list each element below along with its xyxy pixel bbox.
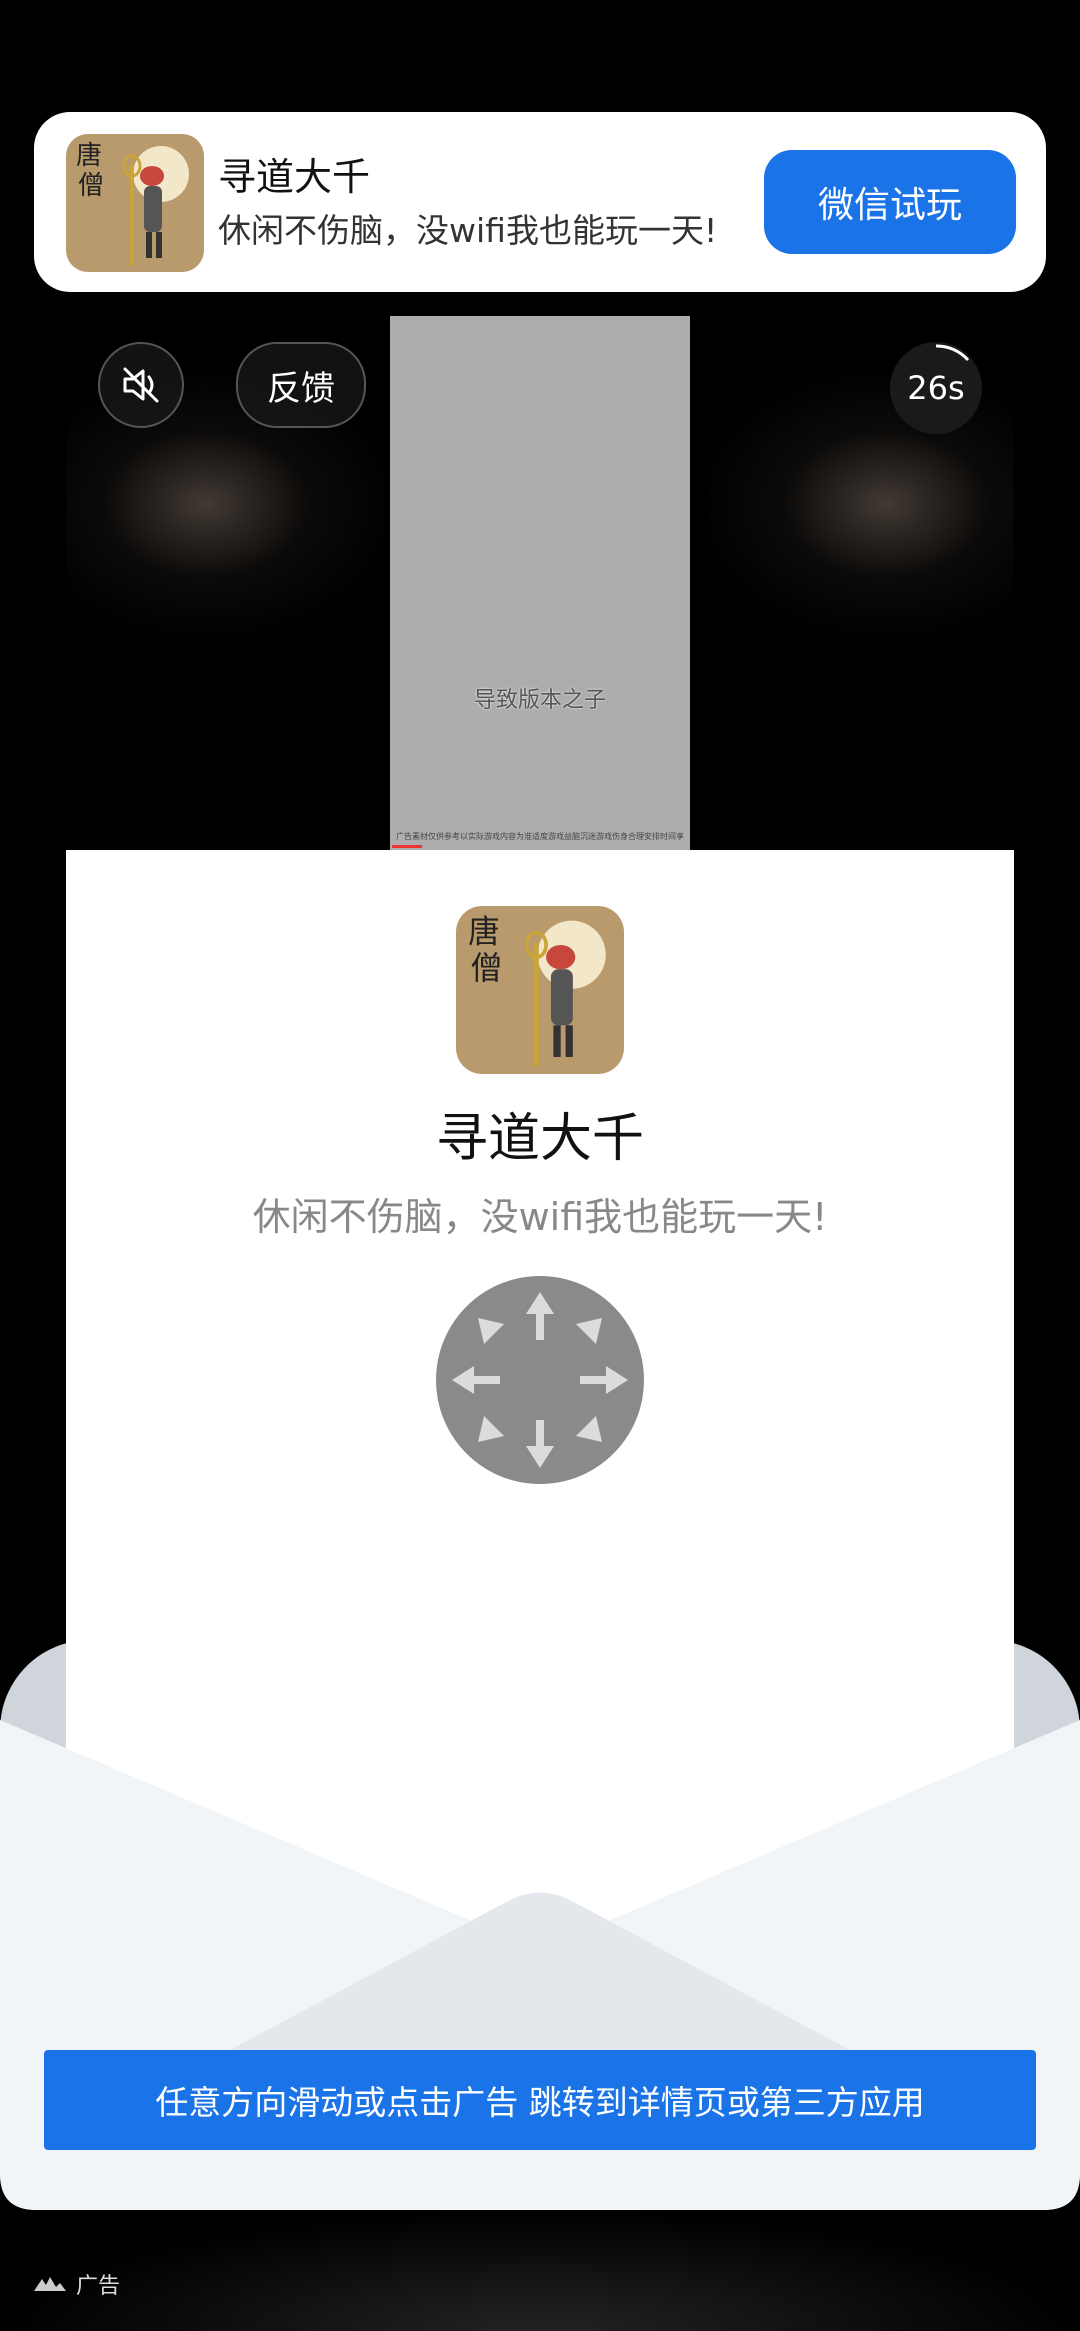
svg-text:僧: 僧 bbox=[78, 171, 104, 201]
video-caption: 导致版本之子 bbox=[473, 688, 606, 713]
swipe-any-direction-icon bbox=[434, 1274, 646, 1486]
speaker-muted-icon bbox=[123, 367, 159, 403]
countdown-timer: 26s bbox=[890, 342, 982, 434]
feedback-button[interactable]: 反馈 bbox=[236, 342, 366, 428]
ad-label: 广告 bbox=[76, 2274, 121, 2299]
app-subtitle: 休闲不伤脑，没wifi我也能玩一天! bbox=[218, 211, 718, 250]
ad-logo-icon bbox=[34, 2277, 66, 2291]
detail-title: 寻道大千 bbox=[435, 1109, 644, 1169]
top-app-card[interactable]: 唐 僧 寻道大千 休闲不伤脑，没wifi我也能玩一天! 微信试玩 bbox=[34, 112, 1046, 292]
svg-text:唐: 唐 bbox=[76, 141, 102, 171]
wechat-try-button[interactable]: 微信试玩 bbox=[764, 150, 1016, 254]
mute-button[interactable] bbox=[98, 342, 184, 428]
svg-text:唐: 唐 bbox=[468, 915, 500, 951]
app-title: 寻道大千 bbox=[218, 155, 371, 199]
countdown-ring-icon bbox=[935, 344, 970, 362]
video-legal-text: 广告素材仅供参考以实际游戏内容为准适度游戏益脑沉迷游戏伤身合理安排时间享受健康生… bbox=[396, 832, 684, 841]
cta-banner[interactable]: 任意方向滑动或点击广告 跳转到详情页或第三方应用 bbox=[44, 2050, 1036, 2150]
app-icon[interactable]: 唐 僧 bbox=[66, 134, 204, 272]
detail-subtitle: 休闲不伤脑，没wifi我也能玩一天! bbox=[252, 1195, 828, 1239]
app-icon-large[interactable]: 唐 僧 bbox=[456, 906, 624, 1074]
svg-text:僧: 僧 bbox=[471, 951, 503, 987]
video-player[interactable]: 导致版本之子 广告素材仅供参考以实际游戏内容为准适度游戏益脑沉迷游戏伤身合理安排… bbox=[66, 314, 1014, 850]
video-frame[interactable]: 导致版本之子 广告素材仅供参考以实际游戏内容为准适度游戏益脑沉迷游戏伤身合理安排… bbox=[390, 316, 690, 850]
bottom-glow bbox=[0, 2210, 1080, 2331]
video-progress-bar bbox=[392, 845, 422, 848]
ad-badge: 广告 bbox=[32, 2268, 120, 2300]
